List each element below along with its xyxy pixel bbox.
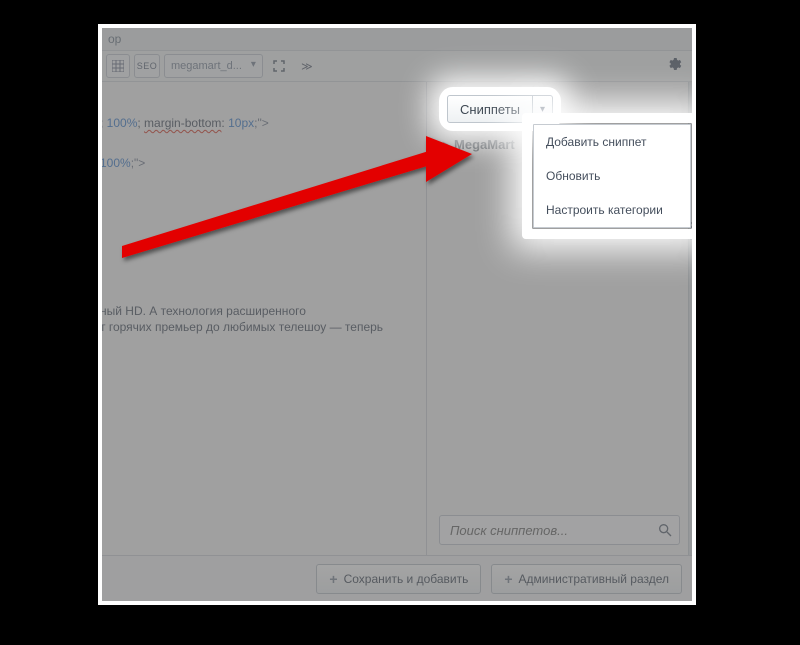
footer: + Сохранить и добавить + Административны… [102,555,692,601]
file-select-label: megamart_d... [171,60,242,72]
window-title-row: ор [102,28,692,50]
menu-item-refresh[interactable]: Обновить [534,159,690,193]
seo-label: SEO [137,61,158,71]
window-title: ор [108,32,121,46]
snippets-button[interactable]: Сниппеты [447,95,533,123]
menu-item-label: Обновить [546,169,600,183]
code-line-2: 100%;"> [102,156,145,170]
code-editor[interactable]: ; 100%; margin-bottom: 10px;"> 100%;"> н… [102,82,427,555]
snippets-panel: Сниппеты ▾ ▸ MegaMart Добавить сниппет [427,82,692,555]
snippets-button-group: Сниппеты ▾ [447,95,553,123]
menu-item-configure-categories[interactable]: Настроить категории [534,193,690,227]
snippet-category[interactable]: ▸ MegaMart [443,137,515,152]
search-input[interactable] [448,522,657,539]
plus-icon: + [329,572,337,586]
search-icon [657,522,673,538]
triangle-right-icon: ▸ [443,139,448,150]
snippets-dropdown-toggle[interactable]: ▾ [533,95,553,123]
save-and-add-button[interactable]: + Сохранить и добавить [316,564,481,594]
table-icon-button[interactable] [106,54,130,78]
save-and-add-label: Сохранить и добавить [344,572,469,586]
settings-button[interactable] [660,56,688,77]
search-snippets[interactable] [439,515,680,545]
gear-icon [666,56,682,72]
menu-item-add-snippet[interactable]: Добавить сниппет [534,125,690,159]
code-line-1: ; 100%; margin-bottom: 10px;"> [102,116,269,130]
snippet-category-label: MegaMart [454,137,515,152]
file-select[interactable]: megamart_d... [164,54,263,78]
editor-text-2: т горячих премьер до любимых телешоу — т… [102,320,383,334]
editor-text-1: ный HD. А технология расширенного [102,304,306,318]
menu-item-label: Настроить категории [546,203,663,217]
seo-button[interactable]: SEO [134,54,160,78]
chevron-double-right-icon: ≫ [301,60,313,73]
snippets-button-label: Сниппеты [460,102,520,117]
chevron-down-icon: ▾ [540,104,545,115]
menu-item-label: Добавить сниппет [546,135,646,149]
fullscreen-button[interactable] [267,54,291,78]
table-icon [112,60,124,72]
admin-section-button[interactable]: + Административный раздел [491,564,682,594]
toolbar: SEO megamart_d... ≫ [102,50,692,82]
more-button[interactable]: ≫ [295,54,319,78]
snippets-dropdown-menu: Добавить сниппет Обновить Настроить кате… [533,124,691,228]
admin-section-label: Административный раздел [519,572,669,586]
fullscreen-icon [273,60,285,72]
plus-icon: + [504,572,512,586]
